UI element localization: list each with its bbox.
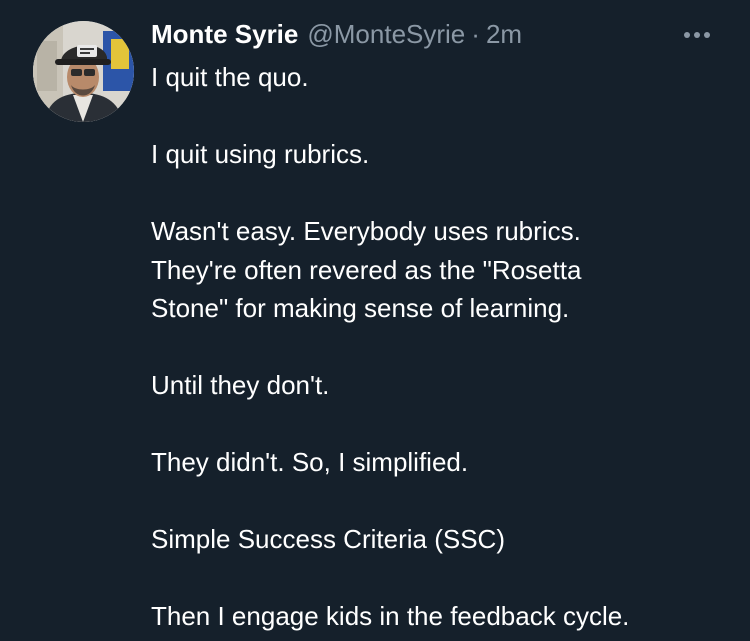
tweet-text-line: I quit the quo.: [151, 62, 309, 92]
author-display-name[interactable]: Monte Syrie: [151, 18, 298, 50]
tweet-text-line: I quit using rubrics.: [151, 139, 370, 169]
tweet-paragraph: They didn't. So, I simplified.: [151, 443, 741, 482]
avatar-photo: [33, 21, 134, 122]
tweet-text-line: Wasn't easy. Everybody uses rubrics.: [151, 216, 581, 246]
more-button[interactable]: [676, 24, 718, 46]
header-separator: ·: [471, 19, 480, 49]
tweet-paragraph: Simple Success Criteria (SSC): [151, 520, 741, 559]
tweet-paragraph: I quit the quo.: [151, 58, 741, 97]
tweet-paragraph: Until they don't.: [151, 366, 741, 405]
tweet: Monte Syrie @MonteSyrie · 2m I quit the …: [0, 0, 750, 641]
tweet-text: I quit the quo. I quit using rubrics. Wasn…: [151, 58, 741, 636]
tweet-paragraph: I quit using rubrics.: [151, 135, 741, 174]
tweet-header: Monte Syrie @MonteSyrie · 2m: [151, 18, 522, 50]
tweet-paragraph: Then I engage kids in the feedback cycle…: [151, 597, 741, 636]
more-horizontal-icon: [684, 32, 710, 38]
tweet-text-line: Until they don't.: [151, 370, 330, 400]
tweet-timestamp[interactable]: 2m: [486, 18, 522, 50]
tweet-text-line: Then I engage kids in the feedback cycle…: [151, 601, 630, 631]
tweet-text-line: They're often revered as the "Rosetta: [151, 254, 582, 285]
author-handle[interactable]: @MonteSyrie: [307, 18, 465, 50]
tweet-text-line: Simple Success Criteria (SSC): [151, 524, 505, 554]
tweet-text-line: Stone" for making sense of learning.: [151, 293, 570, 323]
tweet-paragraph: Wasn't easy. Everybody uses rubrics. They…: [151, 212, 741, 328]
tweet-text-line: They didn't. So, I simplified.: [151, 447, 469, 477]
avatar[interactable]: [33, 21, 134, 122]
